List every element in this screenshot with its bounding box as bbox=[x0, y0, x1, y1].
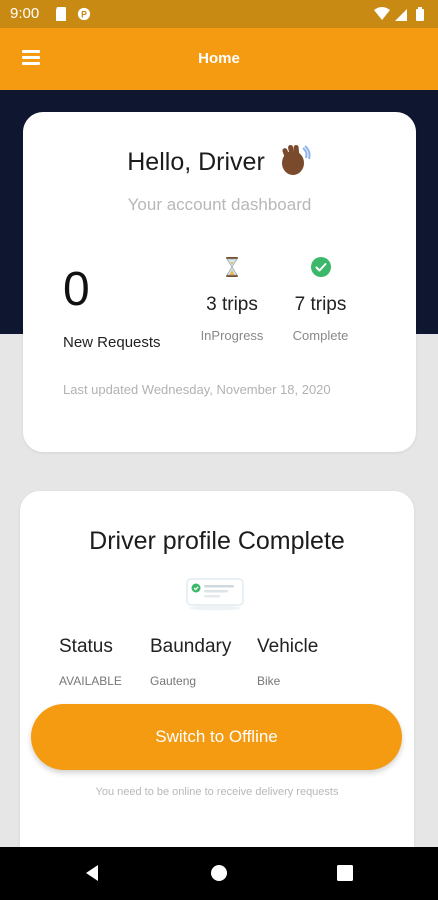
complete-label: Complete bbox=[292, 328, 349, 343]
greeting: Hello, Driver bbox=[23, 142, 416, 178]
complete-value: 7 trips bbox=[294, 294, 347, 315]
boundary-label: Baundary bbox=[150, 636, 232, 657]
vehicle-value: Bike bbox=[257, 674, 281, 688]
app-bar: Home bbox=[0, 28, 438, 90]
svg-text:P: P bbox=[81, 10, 87, 20]
dashboard-card: Hello, Driver Your account dashboard 0 N… bbox=[23, 112, 416, 452]
back-icon[interactable] bbox=[82, 863, 102, 883]
p-badge-icon: P bbox=[77, 7, 91, 21]
new-requests-label: New Requests bbox=[63, 334, 161, 351]
navigation-bar bbox=[0, 847, 438, 900]
last-updated: Last updated Wednesday, November 18, 202… bbox=[63, 382, 331, 397]
profile-title: Driver profile Complete bbox=[89, 527, 345, 555]
profile-card: Driver profile Complete Status AVAILABLE… bbox=[20, 491, 414, 871]
battery-icon bbox=[416, 7, 424, 21]
switch-offline-button[interactable]: Switch to Offline bbox=[31, 704, 402, 770]
system-indicators bbox=[374, 7, 424, 21]
status-label: Status bbox=[59, 636, 113, 657]
sd-card-icon bbox=[56, 7, 66, 21]
waving-hand-icon bbox=[281, 144, 311, 175]
wifi-icon bbox=[374, 7, 390, 20]
signal-icon bbox=[395, 9, 407, 21]
status-time: 9:00 bbox=[10, 5, 40, 22]
online-hint: You need to be online to receive deliver… bbox=[95, 786, 339, 798]
greeting-text: Hello, Driver bbox=[127, 148, 265, 176]
home-icon[interactable] bbox=[210, 864, 228, 882]
status-bar: 9:00 P bbox=[0, 0, 438, 28]
profile-complete-illustration bbox=[186, 578, 244, 611]
recents-icon[interactable] bbox=[336, 864, 354, 882]
status-value: AVAILABLE bbox=[59, 674, 122, 688]
status-column: Status AVAILABLE bbox=[59, 636, 122, 688]
vehicle-column: Vehicle Bike bbox=[257, 636, 318, 688]
page-title: Home bbox=[198, 50, 240, 67]
check-circle-icon bbox=[310, 257, 331, 277]
new-requests-count: 0 bbox=[63, 263, 90, 316]
complete-stat: 7 trips Complete bbox=[263, 256, 378, 343]
dashboard-subtitle: Your account dashboard bbox=[127, 195, 312, 214]
vehicle-label: Vehicle bbox=[257, 636, 319, 657]
boundary-column: Baundary Gauteng bbox=[150, 636, 231, 688]
hourglass-icon bbox=[226, 257, 238, 277]
boundary-value: Gauteng bbox=[150, 674, 197, 688]
